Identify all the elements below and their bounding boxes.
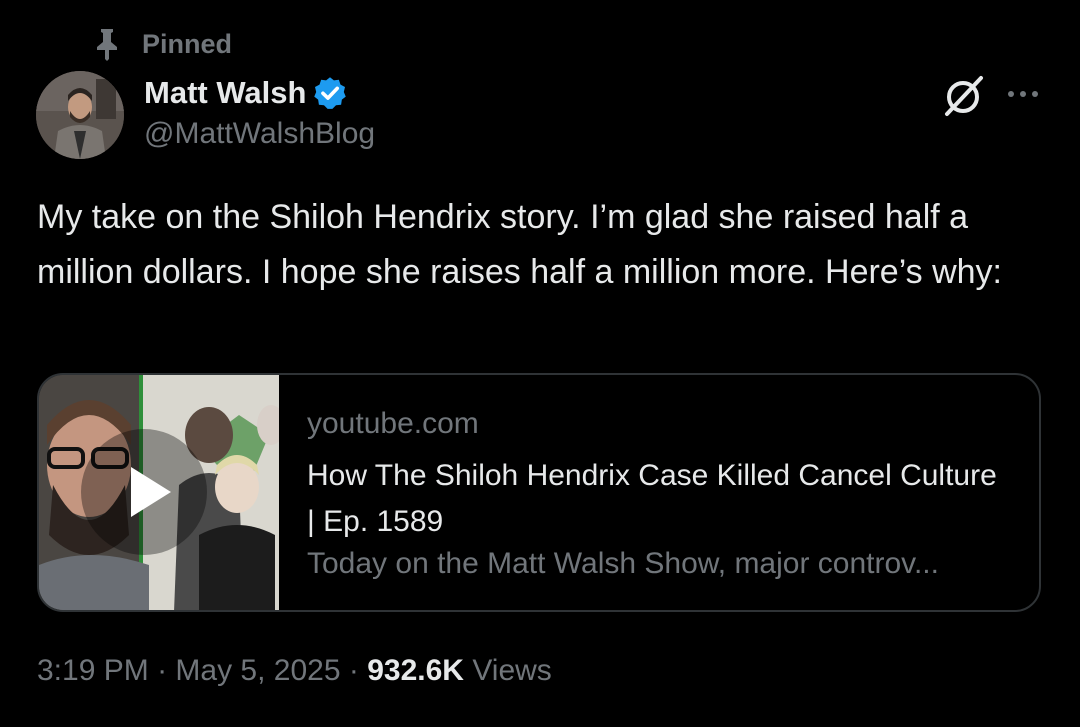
video-thumbnail[interactable] [39, 375, 285, 610]
meta-separator: · [157, 654, 168, 687]
pinned-indicator: Pinned [92, 26, 232, 62]
verified-badge-icon [314, 77, 347, 109]
link-preview-card[interactable]: youtube.com How The Shiloh Hendrix Case … [37, 373, 1041, 612]
meta-separator: · [348, 654, 359, 687]
author-handle[interactable]: @MattWalshBlog [144, 117, 375, 151]
views-count[interactable]: 932.6K [367, 654, 464, 687]
post-time[interactable]: 3:19 PM [37, 654, 149, 687]
author-name-text[interactable]: Matt Walsh [144, 75, 306, 111]
views-label[interactable]: Views [472, 654, 551, 687]
post-date[interactable]: May 5, 2025 [175, 654, 340, 687]
pin-icon [97, 29, 117, 61]
author-name[interactable]: Matt Walsh [144, 74, 348, 112]
play-icon[interactable] [79, 427, 209, 557]
card-domain: youtube.com [307, 407, 479, 440]
card-description: Today on the Matt Walsh Show, major cont… [307, 547, 939, 580]
grok-icon[interactable] [941, 74, 987, 118]
post-text: My take on the Shiloh Hendrix story. I’m… [37, 198, 1002, 291]
card-title: How The Shiloh Hendrix Case Killed Cance… [307, 459, 997, 538]
avatar-image [36, 71, 124, 159]
pinned-label: Pinned [142, 28, 233, 59]
avatar[interactable] [36, 71, 124, 159]
post-meta: 3:19 PM · May 5, 2025 · 932.6K Views [37, 654, 552, 688]
more-options-icon[interactable] [1003, 82, 1043, 106]
